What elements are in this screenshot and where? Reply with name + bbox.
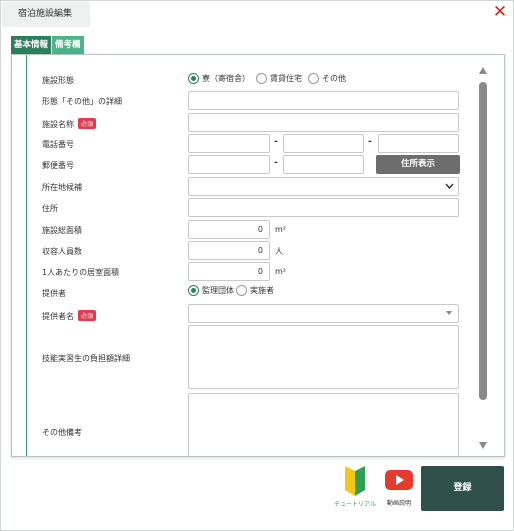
provider-name-label: 提供者名 必須: [42, 310, 97, 322]
room-area-label: 1人あたりの居室面積: [42, 268, 120, 277]
postal-separator: -: [274, 158, 278, 168]
address-lookup-button[interactable]: 住所表示: [376, 155, 460, 174]
capacity-unit: 人: [275, 247, 283, 256]
provider-name-select[interactable]: [188, 304, 459, 323]
other-detail-input[interactable]: [188, 91, 459, 110]
other-notes-textarea[interactable]: [188, 393, 459, 456]
edit-dialog: 宿泊施設編集 ✕ 基本情報 備考欄 施設形態 寮（寄宿舎） 賃貸住宅 その他 形…: [0, 0, 514, 531]
radio-dormitory[interactable]: 寮（寄宿舎）: [188, 73, 250, 84]
scroll-down-arrow-icon[interactable]: [479, 442, 487, 449]
tab-bar: 基本情報 備考欄: [11, 36, 85, 54]
facility-name-label: 施設名称 必須: [42, 118, 97, 130]
provider-label: 提供者: [42, 289, 66, 298]
capacity-label: 収容人員数: [42, 247, 82, 256]
postal-input-2[interactable]: [283, 155, 364, 174]
dialog-title: 宿泊施設編集: [2, 2, 90, 27]
scrollbar-thumb[interactable]: [479, 82, 487, 400]
radio-off-icon[interactable]: [308, 73, 319, 84]
total-area-label: 施設総面積: [42, 226, 82, 235]
phone-separator: -: [274, 137, 278, 147]
phone-separator: -: [368, 137, 372, 147]
phone-input-3[interactable]: [378, 134, 459, 153]
cost-detail-label: 技能実習生の負担額詳細: [42, 354, 130, 363]
radio-rental-label: 賃貸住宅: [270, 74, 302, 83]
radio-rental[interactable]: 賃貸住宅: [256, 73, 302, 84]
tab-basic-info[interactable]: 基本情報: [11, 36, 52, 54]
form-panel: 施設形態 寮（寄宿舎） 賃貸住宅 その他 形態「その他」の詳細 施設名称 必須 電…: [11, 54, 505, 457]
facility-name-label-text: 施設名称: [42, 120, 74, 129]
facility-name-input[interactable]: [188, 113, 459, 132]
provider-name-label-text: 提供者名: [42, 312, 74, 321]
register-button[interactable]: 登録: [421, 466, 504, 511]
radio-other[interactable]: その他: [308, 73, 346, 84]
radio-off-icon[interactable]: [256, 73, 267, 84]
tab-remarks[interactable]: 備考欄: [52, 36, 84, 54]
beginner-mark-icon: [345, 466, 365, 496]
video-guide-label: 動画説明: [386, 500, 411, 507]
address-input[interactable]: [188, 198, 459, 217]
phone-label: 電話番号: [42, 140, 74, 149]
tutorial-button[interactable]: チュートリアル: [331, 466, 379, 508]
cost-detail-textarea[interactable]: [188, 325, 459, 389]
facility-type-radio-group: 寮（寄宿舎） 賃貸住宅 その他: [188, 73, 352, 84]
accent-line: [26, 55, 27, 456]
close-icon[interactable]: ✕: [491, 2, 509, 22]
capacity-input[interactable]: 0: [188, 241, 270, 260]
radio-implementer[interactable]: 実施者: [236, 285, 274, 296]
provider-radio-group: 監理団体 実施者: [188, 285, 280, 296]
required-badge: 必須: [78, 310, 97, 321]
room-area-unit: m²: [275, 267, 286, 276]
postal-input-1[interactable]: [188, 155, 270, 174]
video-play-icon: [385, 470, 413, 490]
address-candidate-select[interactable]: [188, 177, 459, 196]
postal-label: 郵便番号: [42, 161, 74, 170]
radio-other-label: その他: [322, 74, 346, 83]
video-guide-button[interactable]: 動画説明: [381, 470, 417, 507]
other-notes-label: その他備考: [42, 428, 82, 437]
radio-supervising-org-label: 監理団体: [202, 286, 234, 295]
dropdown-arrow-icon: [446, 311, 452, 315]
radio-off-icon[interactable]: [236, 285, 247, 296]
radio-on-icon[interactable]: [188, 285, 199, 296]
radio-implementer-label: 実施者: [250, 286, 274, 295]
radio-on-icon[interactable]: [188, 73, 199, 84]
room-area-input[interactable]: 0: [188, 262, 270, 281]
phone-input-2[interactable]: [283, 134, 364, 153]
address-label: 住所: [42, 204, 58, 213]
tutorial-label: チュートリアル: [334, 501, 376, 508]
facility-type-label: 施設形態: [42, 76, 74, 85]
address-candidate-label: 所在地候補: [42, 183, 82, 192]
required-badge: 必須: [78, 118, 97, 129]
total-area-input[interactable]: 0: [188, 220, 270, 239]
other-detail-label: 形態「その他」の詳細: [42, 97, 122, 106]
scroll-up-arrow-icon[interactable]: [479, 67, 487, 74]
total-area-unit: m²: [275, 225, 286, 234]
radio-dormitory-label: 寮（寄宿舎）: [202, 74, 250, 83]
radio-supervising-org[interactable]: 監理団体: [188, 285, 234, 296]
phone-input-1[interactable]: [188, 134, 270, 153]
